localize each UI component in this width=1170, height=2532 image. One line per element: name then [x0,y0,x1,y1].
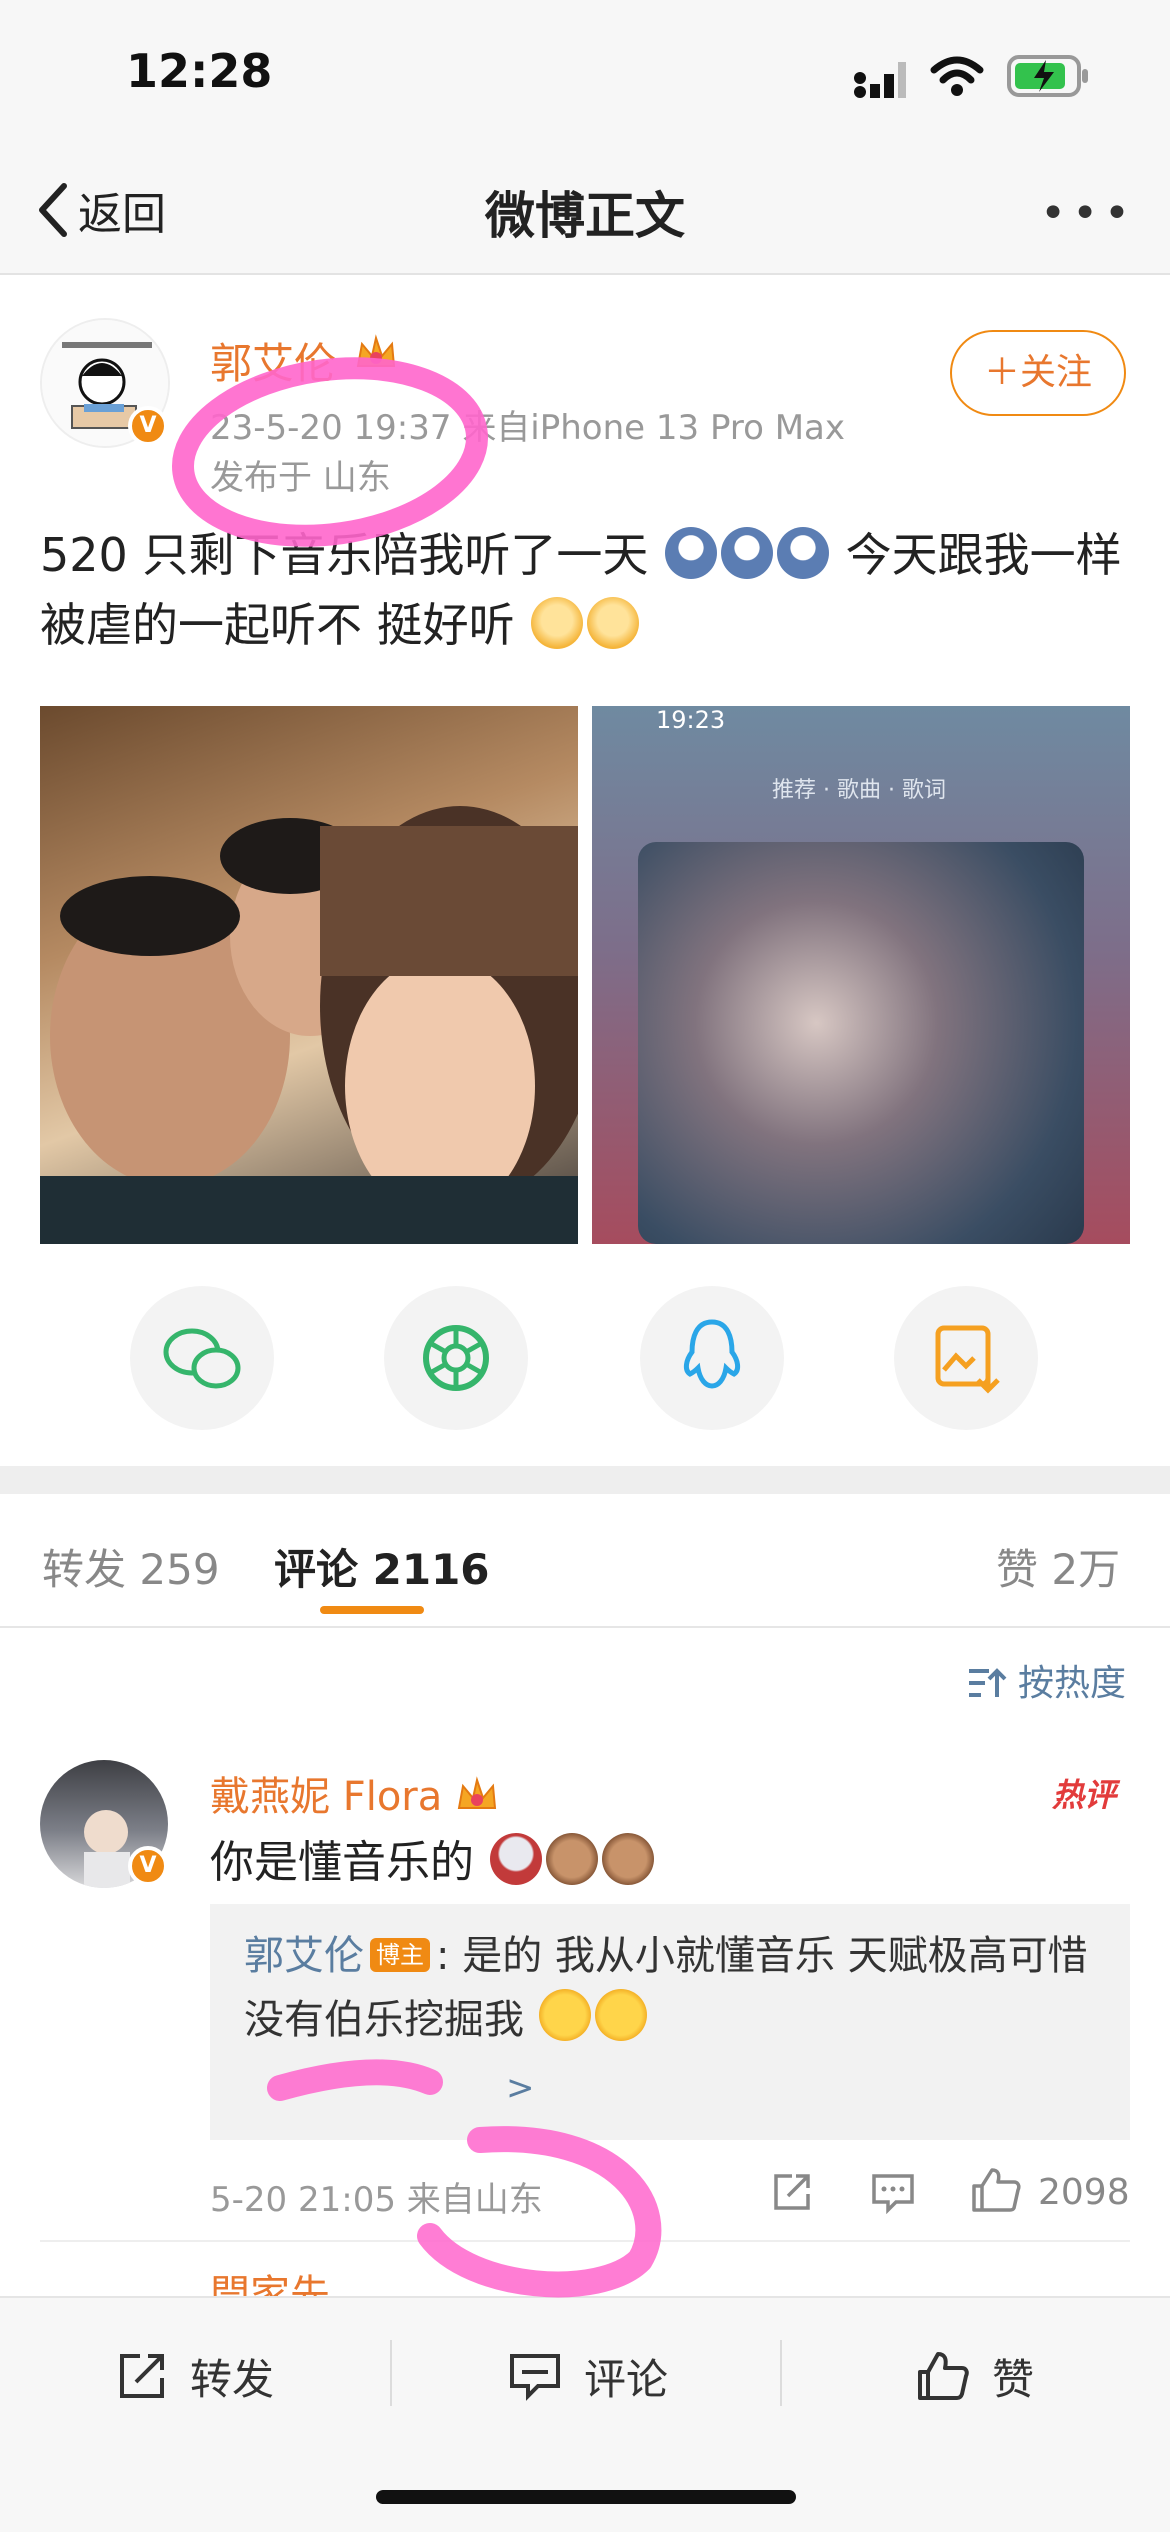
tabs-bar: 转发 259 评论 2116 赞 2万 [0,1494,1170,1628]
status-bar: 12:28 [0,0,1170,140]
more-options-icon[interactable]: ••• [1040,188,1136,239]
crying-emoji-icon [538,1989,591,2041]
repost-label: 转发 [190,2354,275,2404]
post-time: 23-5-20 19:37 [210,408,452,448]
image2-tabs: 推荐 · 歌曲 · 歌词 [772,778,946,803]
tab-like-label: 赞 [996,1545,1039,1594]
comment-label: 评论 [584,2354,669,2404]
author-name[interactable]: 郭艾伦 [210,330,336,391]
tab-repost-count: 259 [139,1545,220,1594]
author-tag-badge: 博主 [370,1938,430,1972]
crown-icon [457,1776,497,1809]
sort-label: 按热度 [1017,1663,1126,1704]
share-moments-button[interactable] [384,1286,528,1430]
page-title: 微博正文 [485,187,685,245]
husky-emoji-icon [721,527,774,579]
sort-button[interactable]: 按热度 [967,1654,1126,1706]
follow-label: 关注 [1020,352,1093,393]
share-wechat-button[interactable] [130,1286,274,1430]
battery-charging-icon [1007,55,1088,97]
tab-like-count: 2万 [1051,1545,1121,1594]
plus-icon: ＋ [983,352,1020,393]
ultraman-emoji-icon [490,1833,542,1885]
share-qq-button[interactable] [640,1286,784,1430]
nav-bar: 返回 微博正文 ••• [0,140,1170,275]
comment-text: 你是懂音乐的 [210,1826,656,1890]
reply-author[interactable]: 郭艾伦 [244,1933,364,1979]
comment-like-count: 2098 [1038,2172,1130,2213]
post-source: 来自iPhone 13 Pro Max [462,408,845,448]
reply-box[interactable]: 郭艾伦 博主: 是的 我从小就懂音乐 天赋极高可惜没有伯乐挖掘我 > [210,1904,1130,2140]
comment-meta: 5-20 21:05 来自山东 [210,2172,543,2221]
repost-button[interactable]: 转发 [116,2336,274,2416]
post-image-2[interactable]: 19:23 推荐 · 歌曲 · 歌词 [592,706,1130,1244]
like-button[interactable]: 赞 [916,2336,1034,2416]
comment-time: 5-20 21:05 [210,2180,396,2220]
tab-comment-label: 评论 [274,1545,359,1594]
comment-source: 来自山东 [406,2180,543,2220]
status-time: 12:28 [126,44,273,98]
tab-indicator [320,1606,424,1614]
comment-button[interactable]: 评论 [508,2336,668,2416]
monkey-emoji-icon [602,1833,654,1885]
save-image-button[interactable] [894,1286,1038,1430]
commenter-name[interactable]: 戴燕妮 Flora [210,1764,499,1822]
home-indicator [376,2490,796,2504]
section-divider [0,1466,1170,1494]
tab-comment-count: 2116 [372,1545,490,1594]
crying-emoji-icon [594,1989,647,2041]
verified-badge-icon: V [128,1846,168,1886]
doge-emoji-icon [587,597,640,649]
tab-repost-label: 转发 [42,1545,127,1594]
tab-comment[interactable]: 评论 2116 [274,1536,490,1597]
repost-icon [120,2354,164,2398]
husky-emoji-icon [665,527,718,579]
doge-emoji-icon [531,597,584,649]
save-image-icon [935,1325,1000,1394]
signal-icon [854,62,906,98]
repost-comment-icon[interactable] [770,2170,814,2214]
post-image-1[interactable] [40,706,578,1244]
comment-icon [510,2354,560,2401]
follow-button[interactable]: ＋关注 [950,330,1126,416]
qq-penguin-icon [683,1319,741,1389]
like-icon [918,2352,969,2400]
sort-icon [968,1668,1006,1697]
image2-time: 19:23 [656,706,726,734]
more-replies-link[interactable]: > [506,2068,535,2108]
monkey-emoji-icon [546,1833,598,1885]
commenter-name-text: 戴燕妮 Flora [210,1774,443,1820]
tab-repost[interactable]: 转发 259 [42,1536,220,1597]
tab-like[interactable]: 赞 2万 [996,1536,1120,1597]
like-label: 赞 [992,2354,1035,2404]
wechat-icon [163,1328,241,1389]
post-meta: 23-5-20 19:37 来自iPhone 13 Pro Max [210,400,845,449]
husky-emoji-icon [777,527,830,579]
photo-people-image [40,806,578,1244]
album-cover-image [638,842,1084,1244]
hot-comment-badge: 热评 [1052,1776,1117,1814]
reply-text: 郭艾伦 博主: 是的 我从小就懂音乐 天赋极高可惜没有伯乐挖掘我 [244,1924,1104,2052]
comment-divider [40,2240,1130,2242]
post-text-part1: 520 只剩下音乐陪我听了一天 [40,528,649,582]
post-location: 发布于 山东 [210,458,391,498]
bottom-separator [780,2340,782,2406]
comment-text-body: 你是懂音乐的 [210,1837,474,1888]
bottom-separator [390,2340,392,2406]
wifi-icon [930,56,984,96]
verified-badge-icon: V [128,406,168,446]
crown-icon [356,334,396,367]
reply-comment-icon[interactable] [870,2170,916,2214]
moments-aperture-icon [423,1325,489,1391]
like-thumb-icon[interactable] [970,2166,1022,2214]
post-content: 520 只剩下音乐陪我听了一天 今天跟我一样被虐的一起听不 挺好听 [40,520,1140,660]
